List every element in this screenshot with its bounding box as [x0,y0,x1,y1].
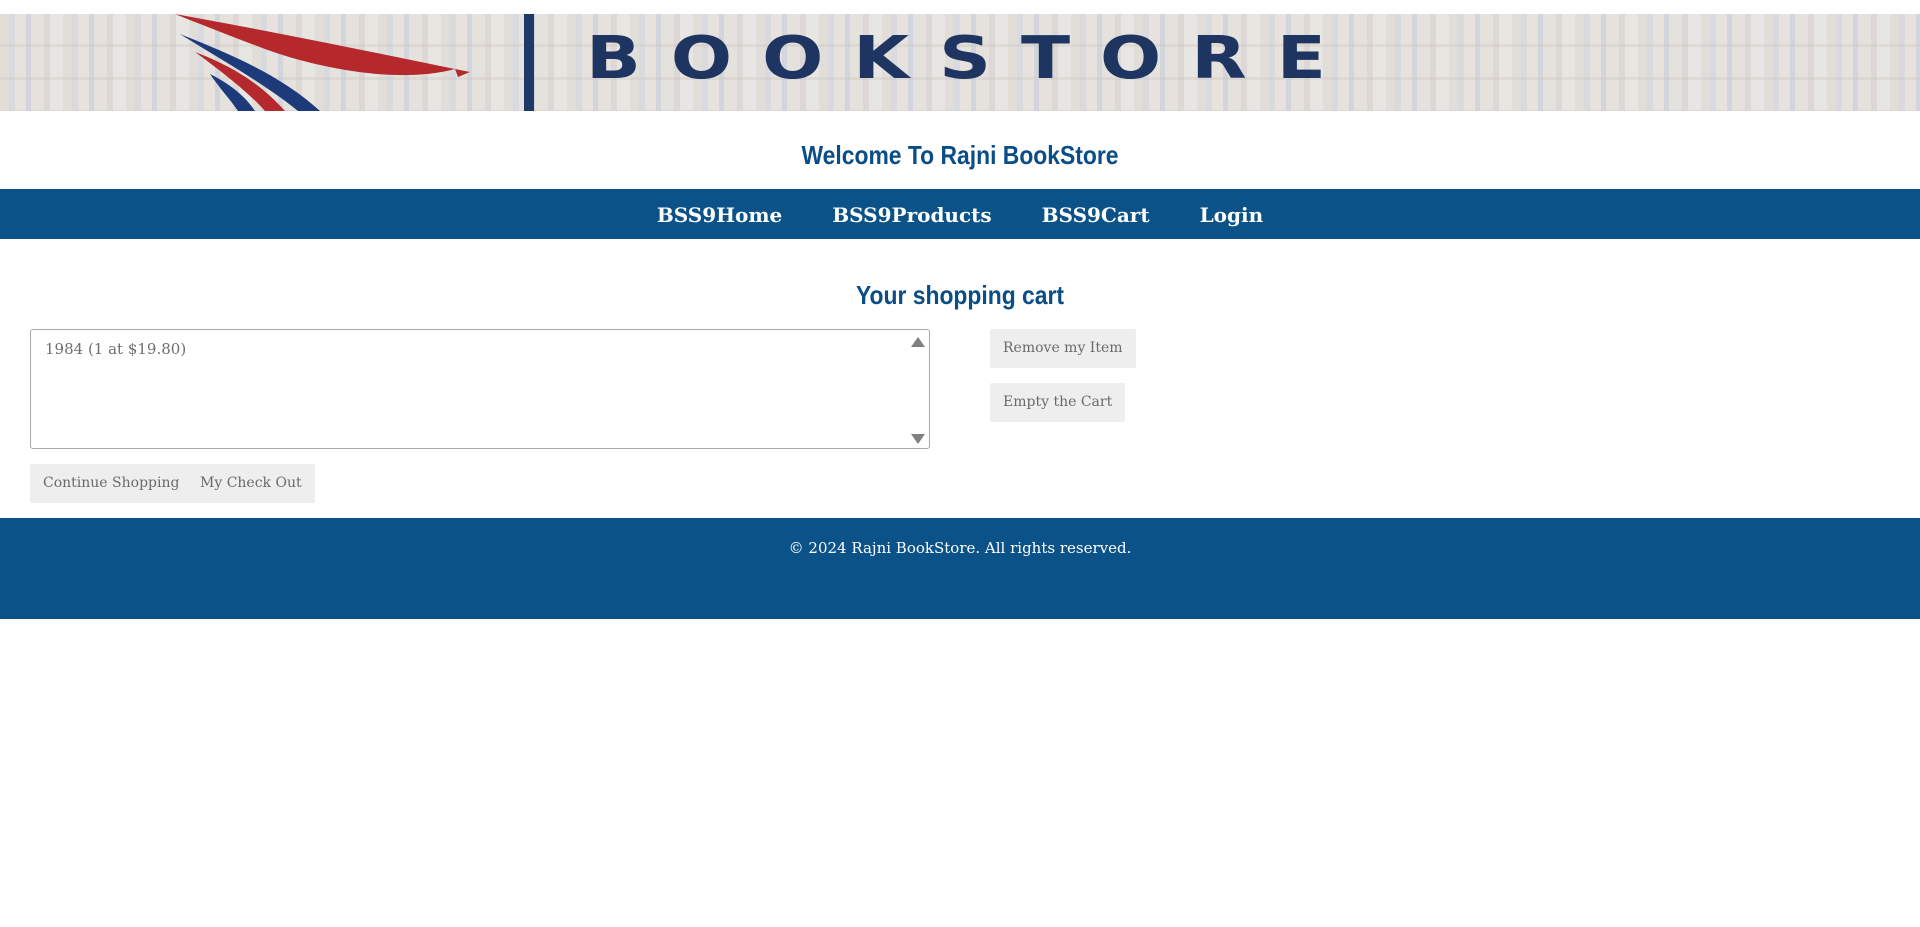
scroll-down-arrow-icon[interactable] [911,434,925,444]
scroll-up-arrow-icon[interactable] [911,337,925,347]
site-footer: © 2024 Rajni BookStore. All rights reser… [0,518,1920,619]
continue-shopping-button[interactable]: Continue Shopping [30,464,193,503]
checkout-button[interactable]: My Check Out [187,464,315,503]
empty-cart-button[interactable]: Empty the Cart [990,383,1126,422]
logo-divider [524,14,534,111]
site-banner: BOOKSTORE [0,14,1920,111]
copyright-text: © 2024 Rajni BookStore. All rights reser… [788,539,1132,557]
nav-link-cart[interactable]: BSS9Cart [1042,203,1150,227]
cart-list-item[interactable]: 1984 (1 at $19.80) [45,340,186,358]
nav-link-home[interactable]: BSS9Home [657,203,782,227]
cart-items-listbox[interactable]: 1984 (1 at $19.80) [30,329,930,449]
main-nav: BSS9Home BSS9Products BSS9Cart Login [0,189,1920,239]
remove-item-button[interactable]: Remove my Item [990,329,1136,368]
cart-title: Your shopping cart [855,280,1065,310]
welcome-heading: Welcome To Rajni BookStore [801,140,1119,170]
nav-link-login[interactable]: Login [1200,203,1264,227]
brand-wordmark: BOOKSTORE [586,23,1356,92]
nav-link-products[interactable]: BSS9Products [832,203,991,227]
eagle-wing-logo-icon [175,14,470,111]
